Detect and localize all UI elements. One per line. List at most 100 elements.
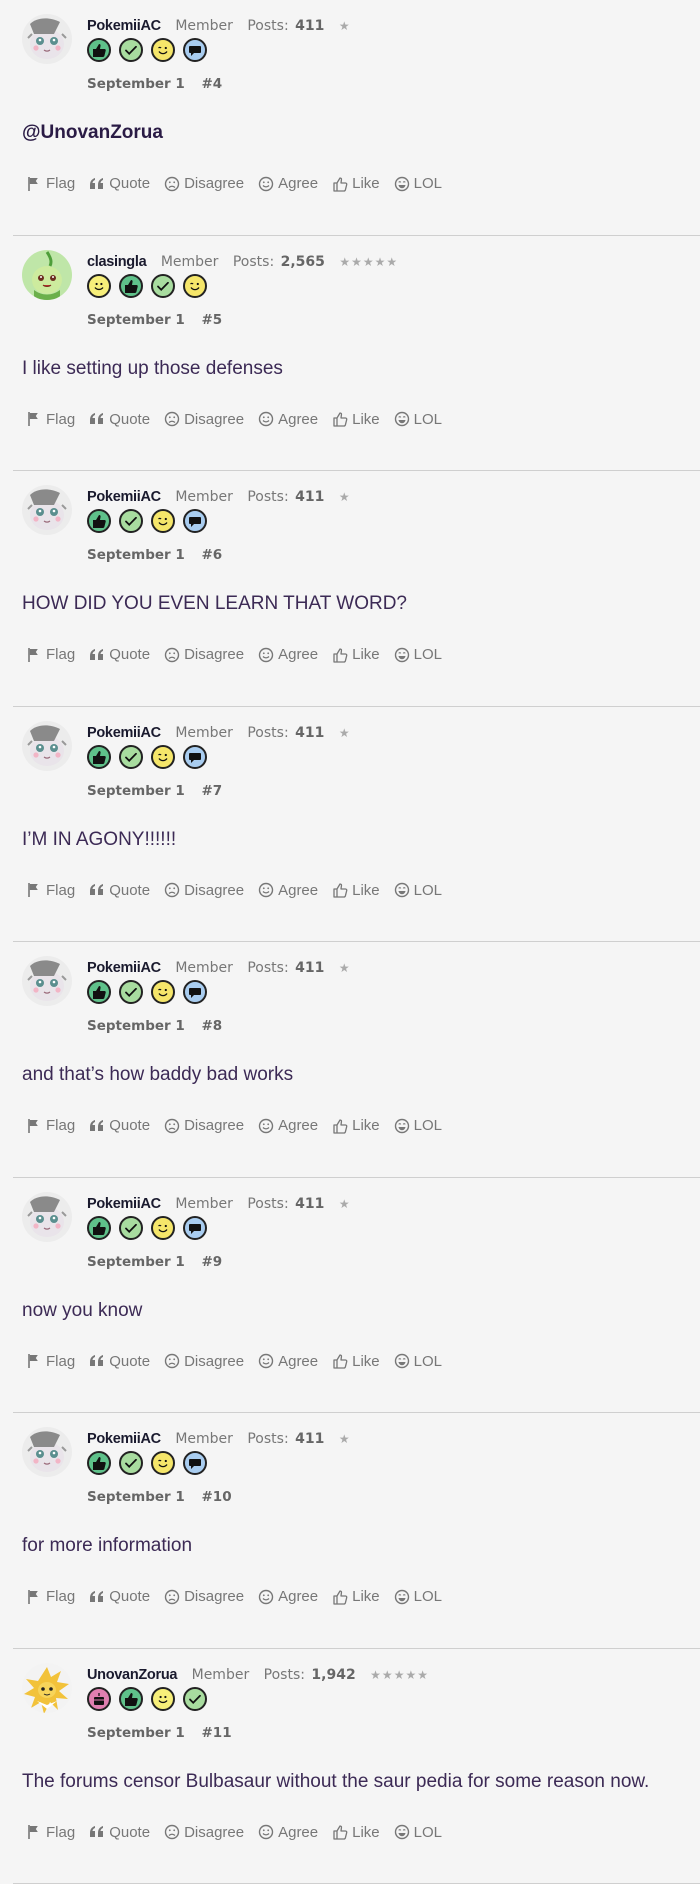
check-badge-icon[interactable]: [119, 38, 143, 62]
like-button[interactable]: Like: [332, 175, 380, 192]
like-badge-icon[interactable]: [119, 274, 143, 298]
quote-button[interactable]: Quote: [89, 411, 150, 428]
post-date[interactable]: September 1: [87, 76, 185, 92]
username[interactable]: PokemiiAC: [87, 18, 161, 34]
disagree-button[interactable]: Disagree: [164, 1117, 244, 1134]
lol-button[interactable]: LOL: [394, 1824, 442, 1841]
cake-badge-icon[interactable]: [87, 1687, 111, 1711]
post-number[interactable]: #9: [202, 1254, 223, 1270]
lol-button[interactable]: LOL: [394, 646, 442, 663]
like-button[interactable]: Like: [332, 411, 380, 428]
pokemiiac-avatar[interactable]: [22, 1192, 72, 1242]
agree-button[interactable]: Agree: [258, 1117, 318, 1134]
post-date[interactable]: September 1: [87, 1725, 185, 1741]
flag-button[interactable]: Flag: [26, 1588, 75, 1605]
quote-button[interactable]: Quote: [89, 1588, 150, 1605]
wink-badge-icon[interactable]: [151, 745, 175, 769]
flag-button[interactable]: Flag: [26, 175, 75, 192]
disagree-button[interactable]: Disagree: [164, 1824, 244, 1841]
username[interactable]: UnovanZorua: [87, 1667, 177, 1683]
agree-button[interactable]: Agree: [258, 646, 318, 663]
pokemiiac-avatar[interactable]: [22, 1427, 72, 1477]
lol-button[interactable]: LOL: [394, 175, 442, 192]
username[interactable]: PokemiiAC: [87, 1196, 161, 1212]
clasingla-avatar[interactable]: [22, 250, 72, 300]
post-number[interactable]: #10: [202, 1489, 232, 1505]
smile-badge-icon[interactable]: [151, 1687, 175, 1711]
disagree-button[interactable]: Disagree: [164, 1588, 244, 1605]
post-number[interactable]: #5: [202, 312, 223, 328]
check-badge-icon[interactable]: [151, 274, 175, 298]
like-badge-icon[interactable]: [87, 745, 111, 769]
lol-button[interactable]: LOL: [394, 1117, 442, 1134]
chat-badge-icon[interactable]: [183, 745, 207, 769]
post-number[interactable]: #7: [202, 783, 223, 799]
post-number[interactable]: #11: [202, 1725, 232, 1741]
check-badge-icon[interactable]: [119, 980, 143, 1004]
wink-badge-icon[interactable]: [183, 274, 207, 298]
disagree-button[interactable]: Disagree: [164, 882, 244, 899]
agree-button[interactable]: Agree: [258, 1588, 318, 1605]
quote-button[interactable]: Quote: [89, 175, 150, 192]
agree-button[interactable]: Agree: [258, 882, 318, 899]
check-badge-icon[interactable]: [119, 1451, 143, 1475]
post-date[interactable]: September 1: [87, 312, 185, 328]
agree-button[interactable]: Agree: [258, 1824, 318, 1841]
agree-button[interactable]: Agree: [258, 175, 318, 192]
username[interactable]: clasingla: [87, 254, 146, 270]
like-badge-icon[interactable]: [87, 509, 111, 533]
like-button[interactable]: Like: [332, 882, 380, 899]
wink-badge-icon[interactable]: [151, 509, 175, 533]
like-badge-icon[interactable]: [119, 1687, 143, 1711]
flag-button[interactable]: Flag: [26, 646, 75, 663]
lol-button[interactable]: LOL: [394, 1353, 442, 1370]
lol-button[interactable]: LOL: [394, 411, 442, 428]
agree-button[interactable]: Agree: [258, 411, 318, 428]
like-badge-icon[interactable]: [87, 1216, 111, 1240]
smile-badge-icon[interactable]: [87, 274, 111, 298]
post-date[interactable]: September 1: [87, 1254, 185, 1270]
disagree-button[interactable]: Disagree: [164, 1353, 244, 1370]
like-button[interactable]: Like: [332, 1117, 380, 1134]
post-number[interactable]: #4: [202, 76, 223, 92]
username[interactable]: PokemiiAC: [87, 489, 161, 505]
lol-button[interactable]: LOL: [394, 1588, 442, 1605]
disagree-button[interactable]: Disagree: [164, 175, 244, 192]
quote-button[interactable]: Quote: [89, 646, 150, 663]
username[interactable]: PokemiiAC: [87, 725, 161, 741]
wink-badge-icon[interactable]: [151, 980, 175, 1004]
post-date[interactable]: September 1: [87, 783, 185, 799]
wink-badge-icon[interactable]: [151, 1216, 175, 1240]
flag-button[interactable]: Flag: [26, 882, 75, 899]
wink-badge-icon[interactable]: [151, 1451, 175, 1475]
wink-badge-icon[interactable]: [151, 38, 175, 62]
pokemiiac-avatar[interactable]: [22, 956, 72, 1006]
pokemiiac-avatar[interactable]: [22, 14, 72, 64]
lol-button[interactable]: LOL: [394, 882, 442, 899]
disagree-button[interactable]: Disagree: [164, 646, 244, 663]
chat-badge-icon[interactable]: [183, 980, 207, 1004]
check-badge-icon[interactable]: [119, 509, 143, 533]
pokemiiac-avatar[interactable]: [22, 721, 72, 771]
check-badge-icon[interactable]: [119, 745, 143, 769]
quote-button[interactable]: Quote: [89, 882, 150, 899]
like-badge-icon[interactable]: [87, 38, 111, 62]
post-number[interactable]: #6: [202, 547, 223, 563]
username[interactable]: PokemiiAC: [87, 1431, 161, 1447]
flag-button[interactable]: Flag: [26, 1353, 75, 1370]
quote-button[interactable]: Quote: [89, 1117, 150, 1134]
chat-badge-icon[interactable]: [183, 38, 207, 62]
flag-button[interactable]: Flag: [26, 1824, 75, 1841]
pokemiiac-avatar[interactable]: [22, 485, 72, 535]
chat-badge-icon[interactable]: [183, 1216, 207, 1240]
like-button[interactable]: Like: [332, 1353, 380, 1370]
agree-button[interactable]: Agree: [258, 1353, 318, 1370]
post-date[interactable]: September 1: [87, 1018, 185, 1034]
chat-badge-icon[interactable]: [183, 509, 207, 533]
unovanzorua-avatar[interactable]: [22, 1663, 72, 1713]
check-badge-icon[interactable]: [119, 1216, 143, 1240]
like-button[interactable]: Like: [332, 1824, 380, 1841]
chat-badge-icon[interactable]: [183, 1451, 207, 1475]
flag-button[interactable]: Flag: [26, 411, 75, 428]
username[interactable]: PokemiiAC: [87, 960, 161, 976]
